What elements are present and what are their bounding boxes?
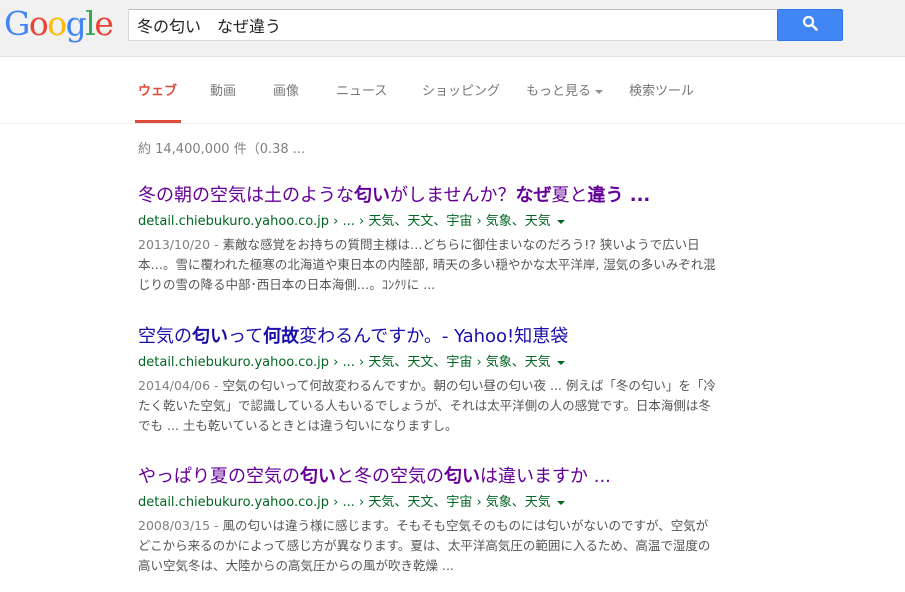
result-title-link[interactable]: 冬の朝の空気は土のような匂いがしませんか？なぜ夏と違う ... (138, 185, 718, 207)
title-highlight: 匂い (300, 466, 336, 487)
title-text: ... (623, 185, 651, 206)
snippet-text: 空気の匂いって何故変わるんですか。朝の匂い昼の匂い夜 ... 例えば「冬の匂い」… (138, 378, 716, 433)
tab-shopping[interactable]: ショッピング (422, 80, 500, 99)
title-highlight: 何故 (263, 326, 300, 347)
tab-videos[interactable]: 動画 (210, 80, 236, 99)
title-text: 変わるんですか。- Yahoo!知恵袋 (299, 326, 569, 347)
active-tab-indicator (135, 120, 181, 123)
result-stats: 約 14,400,000 件（0.38 ... (138, 142, 306, 157)
tab-more[interactable]: もっと見る (526, 80, 604, 99)
result-title-link[interactable]: やっぱり夏の空気の匂いと冬の空気の匂いは違いますか ... (138, 466, 718, 488)
result-date: 2014/04/06 - (138, 378, 223, 393)
result-url-text: detail.chiebukuro.yahoo.co.jp › ... › 天気… (138, 214, 551, 229)
title-text: と冬の空気の (336, 466, 444, 487)
header: Google (0, 0, 905, 57)
search-input[interactable] (129, 10, 777, 40)
logo-letter: o (28, 4, 49, 43)
tab-images[interactable]: 画像 (273, 80, 299, 99)
search-icon (802, 15, 818, 35)
search-result: 空気の匂いって何故変わるんですか。- Yahoo!知恵袋 detail.chie… (138, 326, 718, 436)
result-snippet: 2008/03/15 - 風の匂いは違う様に感じます。そもそも空気そのものには匂… (138, 516, 718, 576)
title-text: は違いますか ... (480, 466, 611, 487)
chevron-down-icon[interactable] (556, 360, 565, 365)
tab-web[interactable]: ウェブ (138, 80, 177, 99)
tab-more-label: もっと見る (526, 84, 592, 99)
chevron-down-icon[interactable] (556, 500, 565, 505)
search-nav: ウェブ 動画 画像 ニュース ショッピング もっと見る 検索ツール (0, 57, 905, 124)
result-url: detail.chiebukuro.yahoo.co.jp › ... › 天気… (138, 354, 718, 372)
title-highlight: なぜ (515, 185, 552, 206)
result-snippet: 2013/10/20 - 素敵な感覚をお持ちの質問主様は…どちらに御住まいなのだ… (138, 235, 718, 295)
result-snippet: 2014/04/06 - 空気の匂いって何故変わるんですか。朝の匂い昼の匂い夜 … (138, 376, 718, 436)
title-text: 冬の朝の空気は土のような (138, 185, 354, 206)
title-highlight: 匂い (192, 326, 228, 347)
title-text: って (228, 326, 264, 347)
title-text: 空気の (138, 326, 192, 347)
snippet-text: 素敵な感覚をお持ちの質問主様は…どちらに御住まいなのだろう!? 狭いようで広い日… (138, 237, 716, 292)
search-result: 冬の朝の空気は土のような匂いがしませんか？なぜ夏と違う ... detail.c… (138, 185, 718, 295)
snippet-text: 風の匂いは違う様に感じます。そもそも空気そのものには匂いがないのですが、空気がど… (138, 518, 711, 573)
result-title-link[interactable]: 空気の匂いって何故変わるんですか。- Yahoo!知恵袋 (138, 326, 718, 348)
logo-letter: g (65, 4, 87, 43)
tab-search-tools[interactable]: 検索ツール (629, 80, 694, 99)
title-highlight: 違う (587, 185, 624, 206)
title-highlight: 匂い (354, 185, 390, 206)
title-text: 夏と (551, 185, 588, 206)
chevron-down-icon[interactable] (556, 219, 565, 224)
search-result: やっぱり夏の空気の匂いと冬の空気の匂いは違いますか ... detail.chi… (138, 466, 718, 576)
title-text: がしませんか？ (390, 185, 516, 206)
logo-letter: l (85, 4, 96, 43)
search-box[interactable] (128, 9, 778, 41)
tab-news[interactable]: ニュース (336, 80, 387, 99)
result-url-text: detail.chiebukuro.yahoo.co.jp › ... › 天気… (138, 355, 551, 370)
result-url: detail.chiebukuro.yahoo.co.jp › ... › 天気… (138, 213, 718, 231)
title-text: やっぱり夏の空気の (138, 466, 300, 487)
logo-letter: o (47, 4, 67, 43)
result-url: detail.chiebukuro.yahoo.co.jp › ... › 天気… (138, 494, 718, 512)
google-logo[interactable]: Google (4, 4, 114, 43)
result-date: 2008/03/15 - (138, 518, 223, 533)
result-url-text: detail.chiebukuro.yahoo.co.jp › ... › 天気… (138, 495, 551, 510)
logo-letter: e (94, 4, 114, 43)
chevron-down-icon (595, 89, 604, 94)
logo-letter: G (4, 4, 30, 43)
result-date: 2013/10/20 - (138, 237, 223, 252)
search-button[interactable] (777, 9, 843, 41)
title-highlight: 匂い (444, 466, 480, 487)
